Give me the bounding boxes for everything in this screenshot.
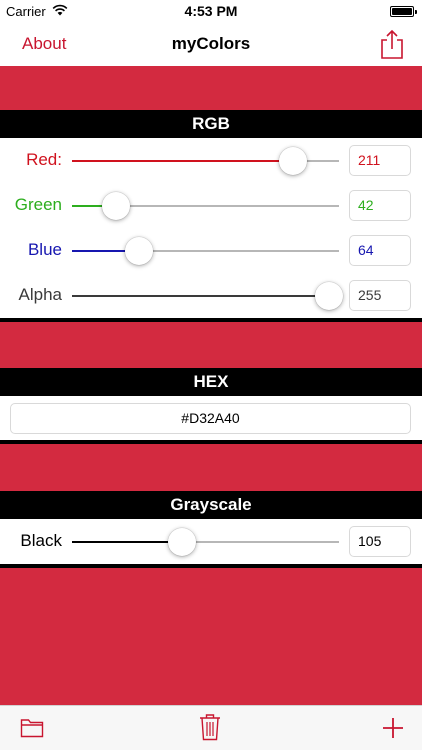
red-slider-fill [72, 160, 293, 162]
battery-icon [390, 6, 417, 17]
status-bar: Carrier 4:53 PM [0, 0, 422, 24]
blue-slider-thumb[interactable] [125, 237, 154, 265]
hex-section-header: HEX [0, 368, 422, 396]
alpha-value-field[interactable]: 255 [349, 280, 411, 311]
plus-icon[interactable] [383, 718, 403, 743]
color-preview-top [0, 66, 422, 110]
grayscale-value-field[interactable]: 105 [349, 526, 411, 557]
green-slider-thumb[interactable] [102, 192, 131, 220]
alpha-slider-row: Alpha 255 [0, 274, 422, 318]
green-value-field[interactable]: 42 [349, 190, 411, 221]
color-preview-lower [0, 444, 422, 491]
grayscale-slider-row: Black 105 [0, 520, 422, 564]
black-label: Black [20, 531, 62, 550]
blue-slider-row: Blue 64 [0, 229, 422, 273]
trash-icon[interactable] [199, 713, 221, 746]
folder-icon[interactable] [20, 716, 44, 743]
grayscale-slider-thumb[interactable] [168, 528, 196, 556]
alpha-slider-track[interactable] [72, 295, 339, 297]
grayscale-slider-track[interactable] [72, 541, 339, 543]
blue-slider-track[interactable] [72, 250, 339, 252]
green-slider-row: Green 42 [0, 184, 422, 228]
alpha-label: Alpha [18, 285, 62, 304]
alpha-slider-thumb[interactable] [315, 282, 343, 310]
hex-row: #D32A40 [0, 396, 422, 440]
hex-value-field[interactable]: #D32A40 [10, 403, 411, 434]
share-icon[interactable] [378, 28, 406, 60]
status-time: 4:53 PM [184, 3, 238, 19]
bottom-toolbar [0, 705, 422, 750]
green-label: Green [14, 195, 62, 214]
red-slider-row: Red: 211 [0, 139, 422, 183]
red-label: Red: [26, 150, 62, 169]
rgb-section-header: RGB [0, 110, 422, 138]
red-value-field[interactable]: 211 [349, 145, 411, 176]
color-preview-bottom [0, 568, 422, 705]
alpha-slider-fill [72, 295, 339, 297]
blue-value-field[interactable]: 64 [349, 235, 411, 266]
grayscale-slider-fill [72, 541, 182, 543]
navigation-bar: About myColors [0, 24, 422, 66]
page-title: myColors [171, 34, 251, 53]
grayscale-section-header: Grayscale [0, 491, 422, 519]
color-preview-middle [0, 322, 422, 368]
blue-label: Blue [27, 240, 62, 259]
red-slider-thumb[interactable] [278, 147, 307, 175]
